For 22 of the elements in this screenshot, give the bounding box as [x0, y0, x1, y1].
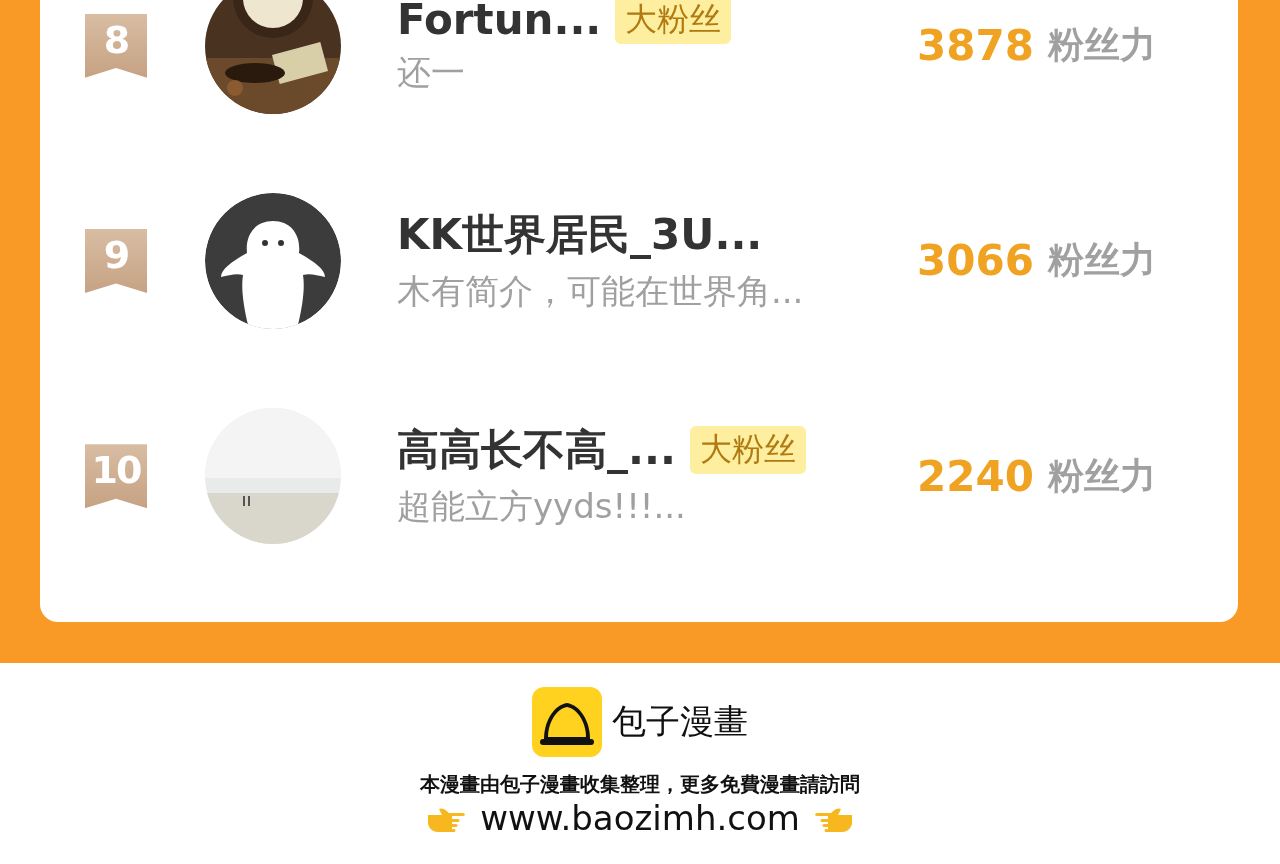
- footer-notice: 本漫畫由包子漫畫收集整理，更多免費漫畫請訪問: [420, 771, 860, 798]
- user-name[interactable]: 高高长不高_...: [397, 422, 676, 479]
- rank-ribbon: 8: [85, 13, 147, 78]
- bun-logo-icon: [532, 687, 602, 757]
- fan-score: 3066: [917, 236, 1034, 286]
- rank-ribbon: 9: [85, 229, 147, 293]
- brand-name: 包子漫畫: [612, 700, 748, 743]
- fan-badge: 大粉丝: [615, 0, 732, 44]
- score-unit: 粉丝力: [1047, 453, 1156, 498]
- user-name[interactable]: Fortun...: [397, 0, 602, 45]
- fan-badge: 大粉丝: [689, 426, 806, 475]
- fan-score: 2240: [917, 451, 1034, 501]
- score-unit: 粉丝力: [1047, 238, 1156, 283]
- user-bio: 还一: [397, 51, 466, 95]
- rank-ribbon: 10: [85, 444, 147, 509]
- score-unit: 粉丝力: [1047, 23, 1156, 68]
- user-bio: 木有简介，可能在世界角...: [397, 270, 805, 313]
- user-name[interactable]: KK世界居民_3U...: [397, 207, 763, 263]
- fan-score: 3878: [917, 21, 1034, 71]
- site-url[interactable]: www.baozimh.com: [480, 798, 800, 838]
- avatar-silhouette-icon: [205, 193, 341, 329]
- user-bio: 超能立方yyds!!!...: [397, 485, 687, 529]
